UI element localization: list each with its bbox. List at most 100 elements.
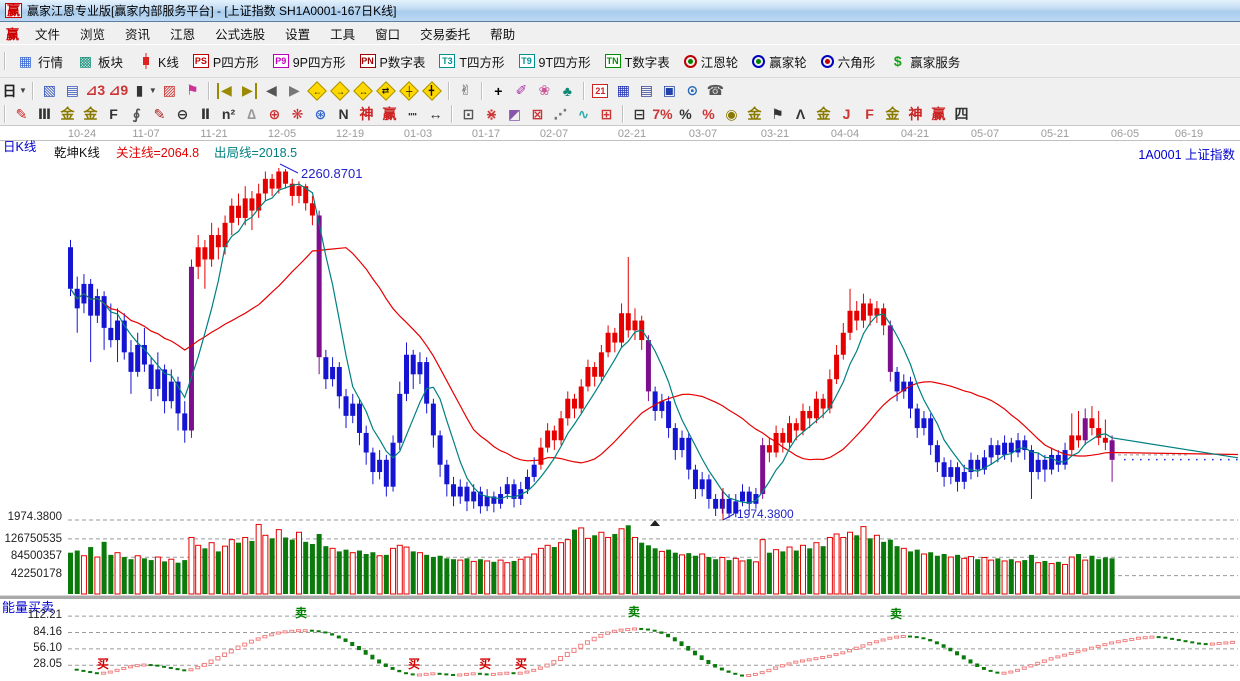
tool-button-crosshair[interactable]: + (488, 81, 509, 101)
toolbar-button-hexagon[interactable]: 六角形 (814, 50, 883, 73)
toolbar-button-kline[interactable]: K线 (130, 50, 186, 73)
tool-button-ruler-123[interactable]: ┉ (402, 104, 423, 124)
tool-button-flag-line[interactable]: ⚑ (767, 104, 788, 124)
toolbar-button-gann-wheel[interactable]: 江恩轮 (677, 50, 746, 73)
tool-button-f-line[interactable]: F (859, 104, 880, 124)
toolbar-button-9p-square[interactable]: P9 9P四方形 (266, 50, 353, 73)
tool-button-pattern-grid[interactable]: ▨ (159, 81, 180, 101)
tool-button-gold-line[interactable]: 金 (744, 104, 765, 124)
menu-item-2[interactable]: 资讯 (115, 22, 160, 45)
n-squared-icon: n² (220, 106, 237, 122)
tool-button-notepad[interactable]: ▤ (636, 81, 657, 101)
tool-button-pencil[interactable]: ✎ (11, 104, 32, 124)
tool-button-angle-tool[interactable]: ∆ (241, 104, 262, 124)
tool-button-calendar[interactable]: 21 (590, 81, 611, 101)
tool-button-slash-fan[interactable]: ⋰ (550, 104, 571, 124)
tool-button-f-split[interactable]: F (103, 104, 124, 124)
tool-button-remote-assist[interactable]: ☎ (705, 81, 726, 101)
tool-button-ying-tool[interactable]: 赢 (379, 104, 400, 124)
menu-item-8[interactable]: 交易委托 (410, 22, 480, 45)
tool-button-n-squared[interactable]: n² (218, 104, 239, 124)
menu-item-7[interactable]: 窗口 (365, 22, 410, 45)
tool-button-calculator[interactable]: ▦ (613, 81, 634, 101)
tool-button-speed-fan[interactable]: ⋇ (481, 104, 502, 124)
tool-button-diamond-right[interactable]: → (330, 81, 351, 101)
tool-button-shen-tool[interactable]: 神 (356, 104, 377, 124)
tool-button-gem-tool[interactable]: ❀ (534, 81, 555, 101)
tool-button-spider-web[interactable]: ❋ (287, 104, 308, 124)
toolbar-button-t-number-table[interactable]: TNT数字表 (598, 50, 677, 73)
tool-button-shen-line[interactable]: 神 (905, 104, 926, 124)
tool-button-net-update[interactable]: ⊙ (682, 81, 703, 101)
tool-button-gann-comb[interactable]: Ⅲ (34, 104, 55, 124)
tool-button-gold-under[interactable]: 金 (813, 104, 834, 124)
tool-button-gold-slash[interactable]: 金 (882, 104, 903, 124)
toolbar-button-p-square[interactable]: PSP四方形 (186, 50, 266, 73)
tool-button-zigzag-wave[interactable]: ∿ (573, 104, 594, 124)
menu-item-5[interactable]: 设置 (275, 22, 320, 45)
tool-button-diamond-cross[interactable]: ┼ (399, 81, 420, 101)
tool-button-chart-net[interactable]: ▧ (39, 81, 60, 101)
toolbar-button-winner-service[interactable]: $赢家服务 (882, 50, 967, 73)
tool-button-percent-7[interactable]: 7% (652, 104, 673, 124)
tool-button-diamond-left[interactable]: ← (307, 81, 328, 101)
tool-button-web-grid[interactable]: ⊛ (310, 104, 331, 124)
tool-button-ying-line[interactable]: 赢 (928, 104, 949, 124)
speed-fan-icon: ⋇ (483, 106, 500, 122)
9p-square-label: 9P四方形 (293, 52, 346, 71)
tool-button-grid-box[interactable]: ⊞ (596, 104, 617, 124)
toolbar-button-t-square[interactable]: T3T四方形 (432, 50, 511, 73)
toolbar-button-sectors[interactable]: ▩板块 (70, 50, 130, 73)
toolbar-button-9t-square[interactable]: T99T四方形 (512, 50, 598, 73)
tool-button-info-board[interactable]: ▤ (62, 81, 83, 101)
toolbar-button-market-quotes[interactable]: ▦行情 (10, 50, 70, 73)
save-icon: ▣ (661, 83, 678, 99)
tool-button-hand-tool[interactable]: ✌ (455, 81, 476, 101)
tool-button-period-daily[interactable]: 日▼ (1, 81, 27, 101)
projection-dots (1124, 459, 1238, 461)
menu-item-6[interactable]: 工具 (320, 22, 365, 45)
tool-button-h-measure[interactable]: ↔ (425, 104, 446, 124)
tool-button-spiral[interactable]: ∮ (126, 104, 147, 124)
menu-item-1[interactable]: 浏览 (70, 22, 115, 45)
tool-button-color-flag[interactable]: ⚑ (182, 81, 203, 101)
tool-button-mind-tool[interactable]: ♣ (557, 81, 578, 101)
tool-button-fan-box[interactable]: ◩ (504, 104, 525, 124)
tool-button-gold-split-1[interactable]: 金 (57, 104, 78, 124)
tool-button-target-cross[interactable]: ⊕ (264, 104, 285, 124)
tool-button-time-circle[interactable]: ⊖ (172, 104, 193, 124)
tool-button-diamond-all[interactable]: ╋ (422, 81, 443, 101)
9p-square-icon: P9 (273, 54, 289, 68)
tool-button-step-forward[interactable]: ▶ (284, 81, 305, 101)
tool-button-pencil-2[interactable]: ✎ (149, 104, 170, 124)
tool-button-j-line[interactable]: J (836, 104, 857, 124)
tool-button-seek-last[interactable]: ▶ (238, 81, 259, 101)
tool-button-wave-a[interactable]: Λ (790, 104, 811, 124)
tool-button-candle-type[interactable]: ▮▼ (131, 81, 157, 101)
toolbar-button-winner-wheel[interactable]: 赢家轮 (745, 50, 814, 73)
menu-item-0[interactable]: 文件 (25, 22, 70, 45)
tool-button-step-back[interactable]: ◀ (261, 81, 282, 101)
tool-button-gold-circle[interactable]: ◉ (721, 104, 742, 124)
tool-button-stat-box[interactable]: ⊟ (629, 104, 650, 124)
tool-button-net-box[interactable]: ⊠ (527, 104, 548, 124)
tool-button-box-region[interactable]: ⊡ (458, 104, 479, 124)
tool-button-percent-line[interactable]: % (698, 104, 719, 124)
tool-button-p9-chart[interactable]: ⊿9 (108, 81, 129, 101)
menu-item-9[interactable]: 帮助 (480, 22, 525, 45)
tool-button-save[interactable]: ▣ (659, 81, 680, 101)
tool-button-magic-pen[interactable]: ✐ (511, 81, 532, 101)
tool-button-si-line[interactable]: 四 (951, 104, 972, 124)
tool-button-diamond-expand[interactable]: ↔ (353, 81, 374, 101)
tool-button-mark-k[interactable]: N (333, 104, 354, 124)
pane-splitter[interactable] (0, 595, 1240, 599)
menu-item-3[interactable]: 江恩 (160, 22, 205, 45)
tool-button-comb-2[interactable]: Ⅱ (195, 104, 216, 124)
tool-button-seek-first[interactable]: ◀ (215, 81, 236, 101)
menu-item-4[interactable]: 公式选股 (205, 22, 275, 45)
toolbar-button-p-number-table[interactable]: PNP数字表 (353, 50, 433, 73)
tool-button-diamond-shrink[interactable]: ⇄ (376, 81, 397, 101)
tool-button-p3-chart[interactable]: ⊿3 (85, 81, 106, 101)
tool-button-percent[interactable]: % (675, 104, 696, 124)
tool-button-gold-split-2[interactable]: 金 (80, 104, 101, 124)
